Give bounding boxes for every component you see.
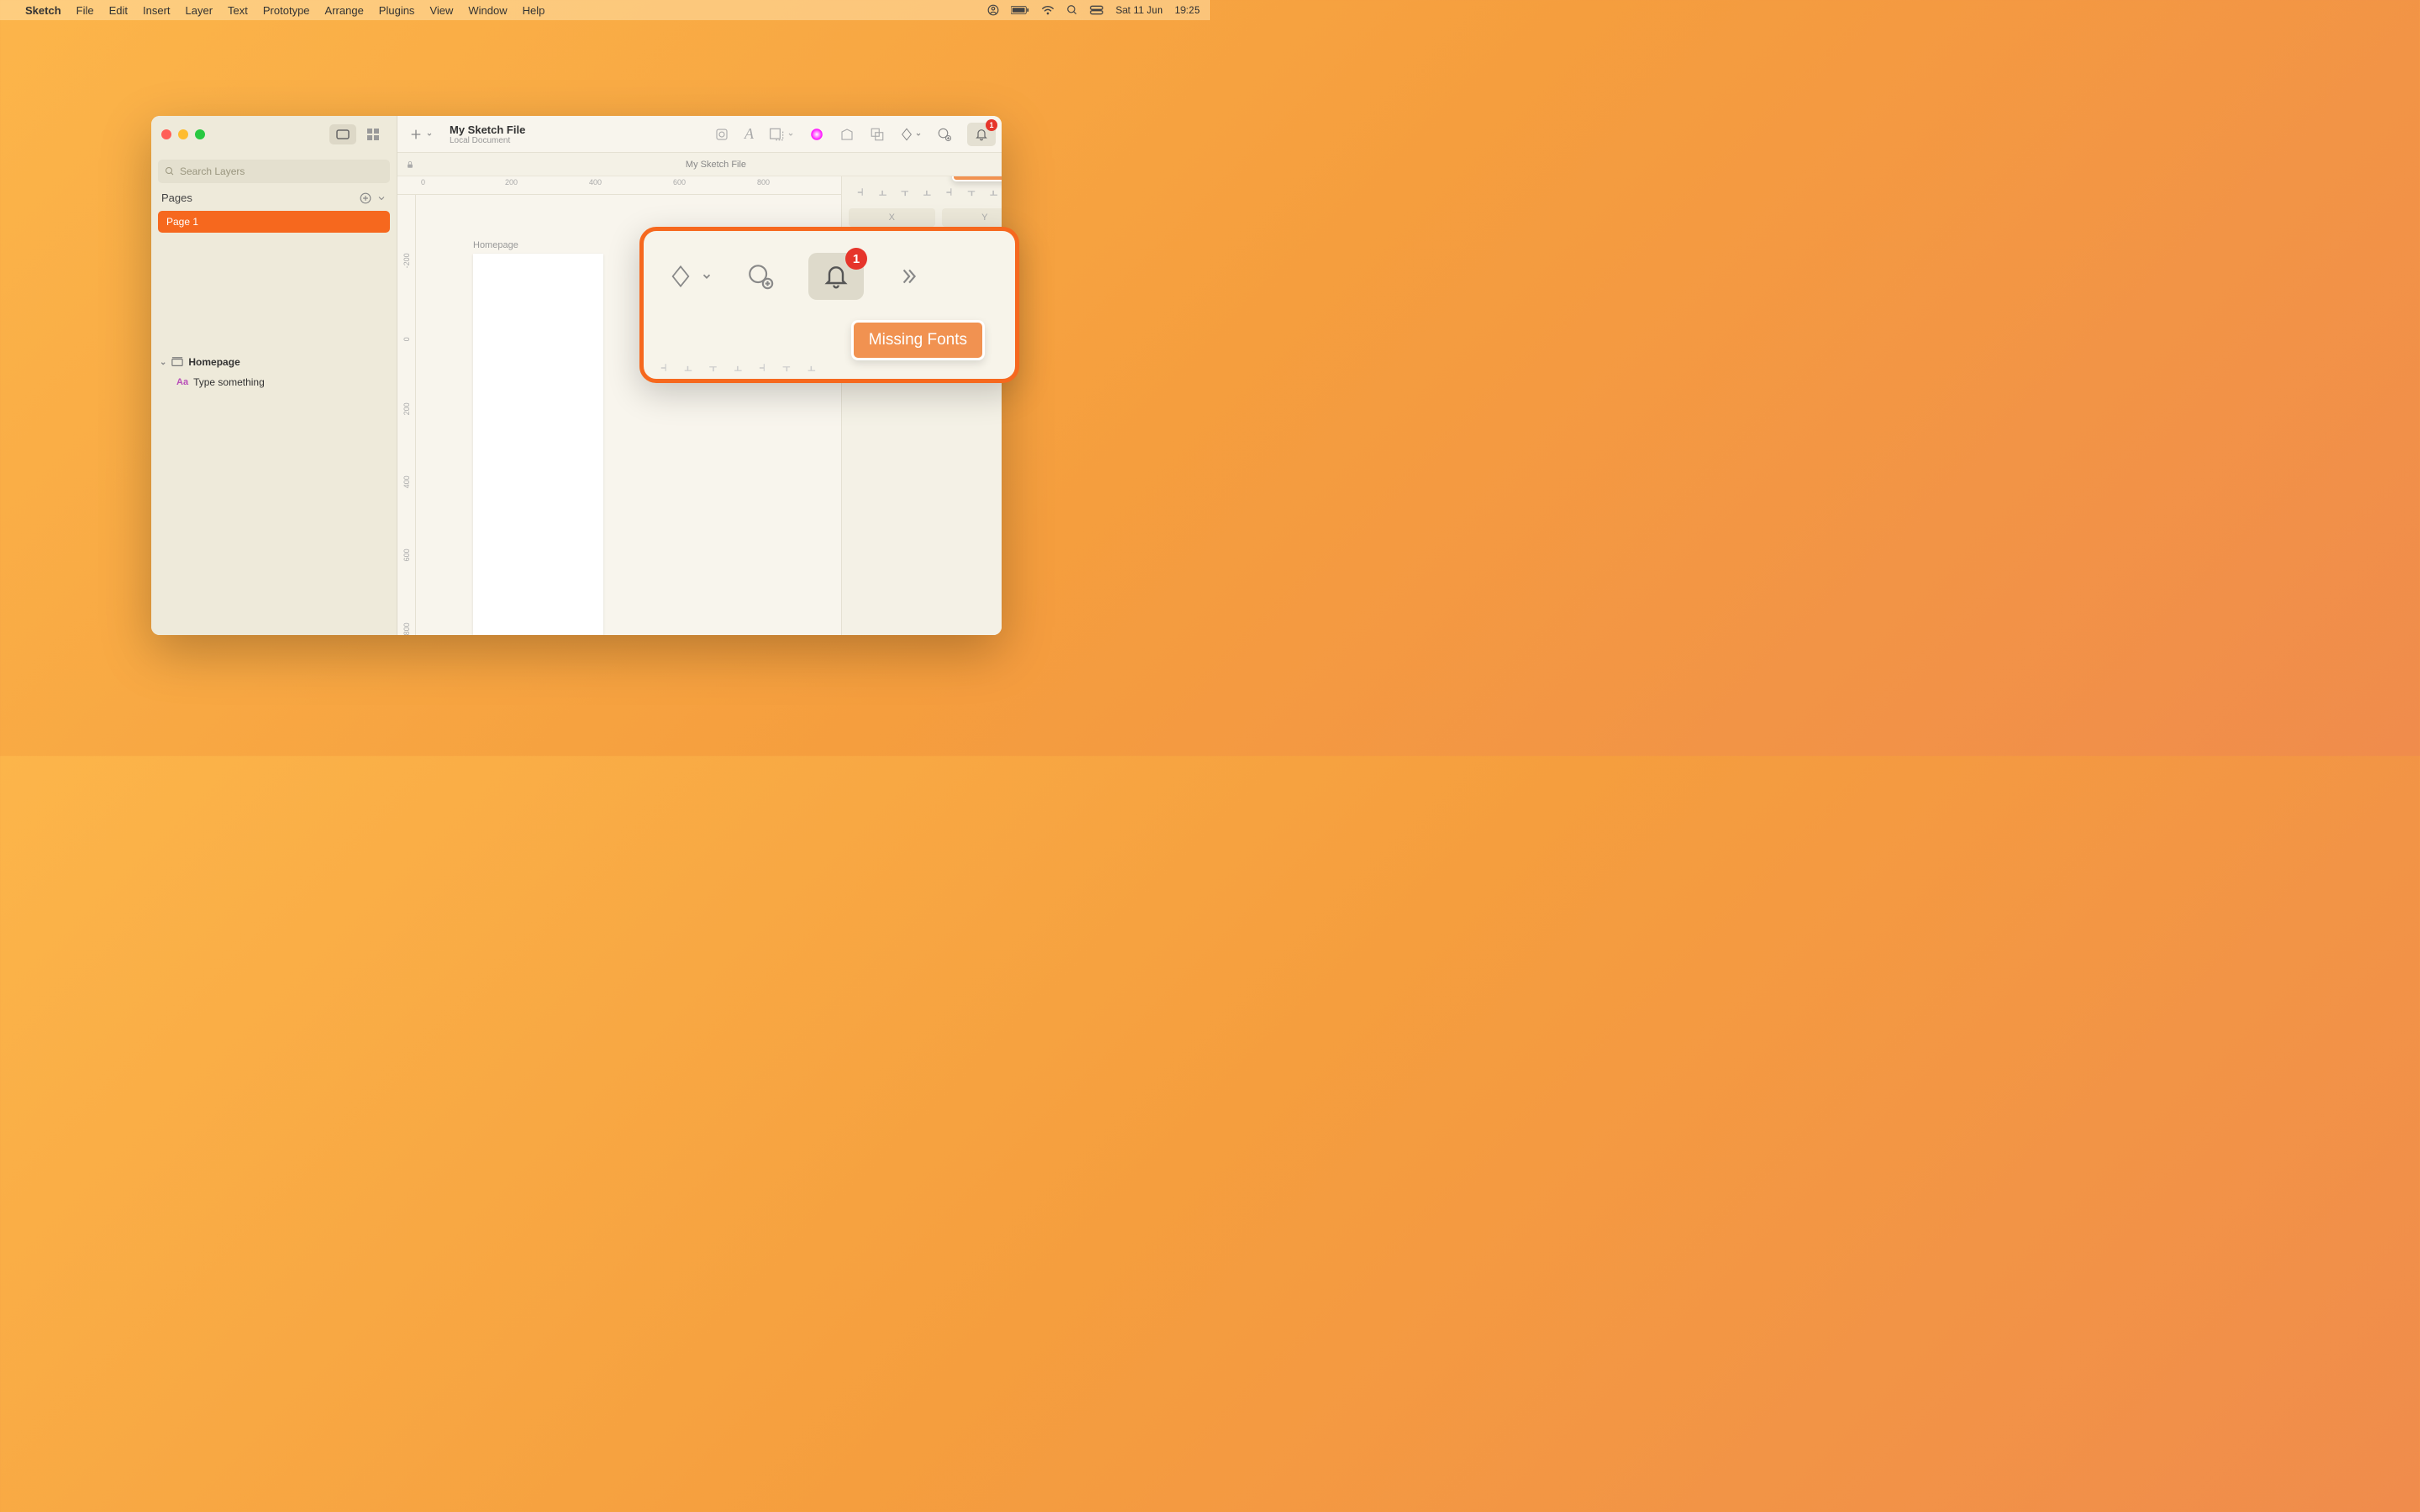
ruler-horizontal: 0 200 400 600 800: [397, 176, 841, 195]
battery-icon[interactable]: [1011, 5, 1029, 15]
align-icon: ⫠: [684, 360, 692, 375]
zoom-overflow-icon: [897, 265, 919, 287]
text-style-icon[interactable]: A: [744, 125, 754, 143]
doc-subtitle: Local Document: [450, 136, 525, 145]
menubar-app-name[interactable]: Sketch: [25, 4, 61, 17]
canvas-artboard-label[interactable]: Homepage: [473, 240, 603, 250]
menu-file[interactable]: File: [76, 4, 94, 17]
chevron-down-icon: [701, 270, 713, 282]
align-icon: ⫠: [808, 360, 816, 375]
ruler-vertical: -200 0 200 400 600 800: [397, 195, 416, 635]
tab-strip: My Sketch File: [397, 153, 1002, 176]
canvas-artboard-rect[interactable]: [473, 254, 603, 635]
collaborate-icon[interactable]: [937, 127, 952, 142]
align-row: ⫞ ⫠ ⫟ ⫠ ⫞ ⫟ ⫠ ⫞: [849, 183, 1002, 202]
close-button[interactable]: [161, 129, 171, 139]
lock-icon: [406, 160, 414, 170]
ruler-v-tick: 800: [402, 562, 411, 635]
menubar-time[interactable]: 19:25: [1175, 4, 1200, 16]
align-icon: ⫠: [734, 360, 742, 375]
menu-window[interactable]: Window: [468, 4, 507, 17]
layer-artboard-homepage[interactable]: ⌄ Homepage: [151, 352, 397, 372]
zoom-notifications-button[interactable]: 1: [808, 253, 864, 300]
collapse-pages-button[interactable]: [376, 193, 387, 203]
insert-button[interactable]: [409, 128, 433, 141]
create-symbol-icon[interactable]: [900, 127, 922, 142]
y-field[interactable]: Y: [942, 208, 1002, 227]
mask-icon[interactable]: [839, 127, 855, 142]
ruler-h-tick: 600: [673, 176, 757, 186]
layer-text-typesomething[interactable]: Aa Type something: [151, 372, 397, 392]
toolbar: My Sketch File Local Document A 1: [397, 116, 1002, 153]
zoom-collaborate-icon: [746, 262, 775, 291]
ruler-h-tick: 800: [757, 176, 841, 186]
color-icon[interactable]: [809, 127, 824, 142]
menu-layer[interactable]: Layer: [186, 4, 213, 17]
minimize-button[interactable]: [178, 129, 188, 139]
ruler-v-tick: 400: [402, 415, 411, 488]
ruler-v-tick: 600: [402, 488, 411, 561]
menu-insert[interactable]: Insert: [143, 4, 171, 17]
align-icon: ⫟: [782, 360, 791, 375]
menu-plugins[interactable]: Plugins: [379, 4, 415, 17]
ruler-h-tick: 0: [421, 176, 505, 186]
chevron-down-icon: ⌄: [160, 358, 166, 367]
zoom-align-row: ⫞ ⫠ ⫟ ⫠ ⫞ ⫟ ⫠: [660, 360, 816, 375]
align-left-icon[interactable]: ⫞: [852, 185, 869, 200]
maximize-button[interactable]: [195, 129, 205, 139]
boolean-icon[interactable]: [870, 127, 885, 142]
notification-badge: 1: [986, 119, 997, 131]
menu-arrange[interactable]: Arrange: [325, 4, 364, 17]
user-icon[interactable]: [987, 4, 999, 16]
text-layer-icon: Aa: [176, 377, 188, 387]
doc-name: My Sketch File: [450, 123, 525, 136]
spotlight-icon[interactable]: [1066, 4, 1078, 16]
align-right-icon[interactable]: ⫟: [897, 185, 913, 200]
add-page-button[interactable]: [360, 192, 371, 204]
symbol-icon[interactable]: [714, 127, 729, 142]
control-center-icon[interactable]: [1090, 5, 1103, 15]
align-bottom-icon[interactable]: ⫟: [963, 185, 980, 200]
menu-edit[interactable]: Edit: [109, 4, 128, 17]
ruler-h-tick: 400: [589, 176, 673, 186]
search-layers-input[interactable]: Search Layers: [158, 160, 390, 183]
menu-text[interactable]: Text: [228, 4, 248, 17]
menu-help[interactable]: Help: [523, 4, 545, 17]
align-center-v-icon[interactable]: ⫞: [941, 185, 958, 200]
wifi-icon[interactable]: [1041, 5, 1055, 15]
ruler-h-tick: 200: [505, 176, 589, 186]
resize-icon[interactable]: [769, 127, 794, 142]
menu-prototype[interactable]: Prototype: [263, 4, 310, 17]
search-placeholder: Search Layers: [180, 165, 245, 177]
ruler-v-tick: -200: [402, 195, 411, 268]
zoom-missing-fonts-tooltip: Missing Fonts: [851, 320, 985, 360]
notifications-button[interactable]: 1: [967, 123, 996, 146]
x-field[interactable]: X: [849, 208, 935, 227]
ruler-v-tick: 0: [402, 268, 411, 341]
artboard-icon: [171, 357, 183, 367]
align-center-h-icon[interactable]: ⫠: [874, 185, 891, 200]
menubar-date[interactable]: Sat 11 Jun: [1115, 4, 1162, 16]
sidebar: Search Layers Pages Page 1 ⌄ Homepage Aa: [151, 116, 397, 635]
view-components-button[interactable]: [360, 124, 387, 144]
doc-title[interactable]: My Sketch File Local Document: [450, 123, 525, 145]
macos-menubar: Sketch File Edit Insert Layer Text Proto…: [0, 0, 1210, 20]
zoom-symbol-icon: [669, 263, 692, 290]
layer-text-label: Type something: [193, 376, 265, 388]
pages-label: Pages: [161, 192, 192, 204]
align-icon: ⫟: [709, 360, 718, 375]
layer-artboard-label: Homepage: [188, 356, 239, 368]
align-top-icon[interactable]: ⫠: [918, 185, 935, 200]
zoom-notification-badge: 1: [845, 248, 867, 270]
menu-view[interactable]: View: [429, 4, 453, 17]
traffic-lights: [161, 129, 205, 139]
distribute-h-icon[interactable]: ⫠: [986, 185, 1002, 200]
align-icon: ⫞: [660, 360, 667, 375]
zoom-callout: 1 Missing Fonts ⫞ ⫠ ⫟ ⫠ ⫞ ⫟ ⫠: [639, 227, 1019, 383]
page-item-page1[interactable]: Page 1: [158, 211, 390, 233]
tab-title[interactable]: My Sketch File: [686, 160, 746, 170]
align-icon: ⫞: [759, 360, 765, 375]
ruler-v-tick: 200: [402, 342, 411, 415]
view-canvas-button[interactable]: [329, 124, 356, 144]
